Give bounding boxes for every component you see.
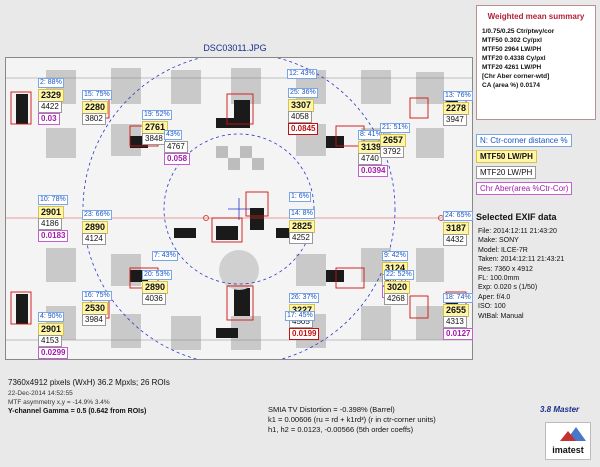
legend-chromatic-aberration: Chr Aber(area %Ctr-Cor): [476, 182, 573, 195]
exif-row: FL: 100.0mm: [478, 275, 520, 283]
roi-mtf20: 4313: [443, 316, 467, 328]
h-coefficients: h1, h2 = 0.0123, -0.00566 (5th order coe…: [268, 425, 414, 434]
exif-row: ISO: 100: [478, 303, 506, 311]
exif-row: Taken: 2014:12:11 21:43:21: [478, 256, 565, 264]
roi-distance-tag: 12: 43%: [287, 69, 317, 79]
roi-mtf20: 4186: [38, 218, 62, 230]
roi-mtf20: 3947: [443, 114, 467, 126]
roi-mtf20: 4767: [164, 141, 188, 153]
roi-chromatic-aberration: 0.0127: [443, 328, 474, 340]
roi-mtf20: 3792: [380, 146, 404, 158]
roi-chromatic-aberration: 0.0299: [38, 347, 69, 359]
roi-distance-tag: 14: 8%: [289, 209, 315, 219]
roi-mtf20: 4124: [82, 233, 106, 245]
roi-mtf20: 3848: [142, 133, 166, 145]
roi-mtf20: 4740: [358, 153, 382, 165]
exif-row: WtBal: Manual: [478, 312, 524, 320]
exif-panel: Selected EXIF data File: 2014:12:11 21:4…: [476, 212, 598, 321]
legend-mtf50: MTF50 LW/PH: [476, 150, 537, 163]
summary-line: [Chr Aber corner-wtd]: [482, 73, 550, 80]
roi-distance-tag: 13: 76%: [443, 91, 473, 101]
summary-title: Weighted mean summary: [487, 12, 585, 21]
roi-mtf20: 4268: [384, 293, 408, 305]
radial-target: [219, 250, 259, 290]
roi-distance-tag: 4: 90%: [38, 312, 64, 322]
roi-chromatic-aberration: 0.0394: [358, 165, 389, 177]
exif-row: Res: 7360 x 4912: [478, 265, 533, 273]
roi-mtf20: 4432: [443, 234, 467, 246]
roi-distance-tag: 7: 43%: [152, 251, 178, 261]
legend-distance: N: Ctr-corner distance %: [476, 134, 572, 147]
sfr-chart-image: [5, 57, 473, 360]
roi-mtf20: 3802: [82, 113, 106, 125]
roi-mtf20: 4422: [38, 101, 62, 113]
roi-distance-tag: 26: 37%: [289, 293, 319, 303]
roi-distance-tag: 25: 36%: [288, 88, 318, 98]
distortion-value: SMIA TV Distortion = -0.398% (Barrel): [268, 405, 395, 414]
brand-name: imatest: [552, 445, 584, 455]
exif-row: File: 2014:12:11 21:43:20: [478, 228, 557, 235]
mtf-asymmetry: MTF asymmetry x,y = -14.9% 3.4%: [8, 399, 110, 406]
roi-distance-tag: 19: 52%: [142, 110, 172, 120]
summary-line: MTF20 4261 LW/PH: [482, 64, 542, 71]
roi-distance-tag: 20: 53%: [142, 270, 172, 280]
summary-line: 1/0.75/0.25 Ctr/ptwy/cor: [482, 28, 555, 35]
roi-mtf20: 3984: [82, 314, 106, 326]
roi-distance-tag: 1: 6%: [289, 192, 311, 202]
exif-title: Selected EXIF data: [476, 212, 557, 222]
center-checkerboard: [216, 146, 264, 170]
sfr-chart-graphics: [6, 58, 472, 359]
roi-distance-tag: 22: 52%: [384, 270, 414, 280]
exif-row: Make: SONY: [478, 237, 519, 245]
k-coefficients: k1 = 0.00606 (ru = rd + k1rd³) (r in ctr…: [268, 415, 436, 424]
run-date: 22-Dec-2014 14:52:55: [8, 390, 73, 397]
roi-chromatic-aberration: 0.03: [38, 113, 60, 125]
exif-row: Model: ILCE-7R: [478, 246, 528, 254]
roi-mtf20: 4036: [142, 293, 166, 305]
roi-distance-tag: 23: 66%: [82, 210, 112, 220]
weighted-mean-summary: Weighted mean summary 1/0.75/0.25 Ctr/pt…: [476, 5, 596, 120]
imatest-logo: imatest: [545, 422, 591, 460]
roi-chromatic-aberration: 0.0199: [289, 328, 320, 340]
roi-distance-tag: 9: 42%: [382, 251, 408, 261]
summary-line: CA (area %) 0.0174: [482, 82, 540, 89]
roi-distance-tag: 2: 88%: [38, 78, 64, 88]
roi-distance-tag: 17: 45%: [285, 311, 315, 321]
channel-gamma: Y-channel Gamma = 0.5 (0.642 from ROIs): [8, 408, 147, 415]
roi-distance-tag: 43%: [164, 130, 183, 140]
roi-chromatic-aberration: 0.0845: [288, 123, 319, 135]
exif-row: Exp: 0.020 s (1/50): [478, 284, 538, 292]
legend: N: Ctr-corner distance % MTF50 LW/PH MTF…: [476, 124, 598, 202]
roi-distance-tag: 18: 74%: [443, 293, 473, 303]
roi-distance-tag: 16: 75%: [82, 291, 112, 301]
roi-distance-tag: 10: 78%: [38, 195, 68, 205]
roi-distance-tag: 24: 65%: [443, 211, 473, 221]
roi-chromatic-aberration: 0.058: [164, 153, 191, 165]
image-info: 7360x4912 pixels (WxH) 36.2 Mpxls; 26 RO…: [8, 377, 248, 417]
version-label: 3.8 Master: [540, 405, 580, 414]
roi-chromatic-aberration: 0.0183: [38, 230, 69, 242]
roi-mtf20: 4153: [38, 335, 62, 347]
logo-mark-icon: [560, 427, 586, 441]
exif-row: Aper: f/4.0: [478, 293, 511, 301]
pixel-info: 7360x4912 pixels (WxH) 36.2 Mpxls; 26 RO…: [8, 378, 170, 387]
summary-line: MTF20 0.4338 Cy/pxl: [482, 55, 546, 62]
roi-mtf20: 4252: [289, 232, 313, 244]
summary-line: MTF50 2964 LW/PH: [482, 46, 542, 53]
legend-mtf20: MTF20 LW/PH: [476, 166, 537, 179]
image-file-title: DSC03011.JPG: [203, 43, 267, 53]
summary-line: MTF50 0.302 Cy/pxl: [482, 37, 542, 44]
roi-mtf20: 4058: [288, 111, 312, 123]
roi-distance-tag: 15: 75%: [82, 90, 112, 100]
roi-distance-tag: 21: 51%: [380, 123, 410, 133]
distortion-info: SMIA TV Distortion = -0.398% (Barrel) k1…: [268, 405, 468, 435]
